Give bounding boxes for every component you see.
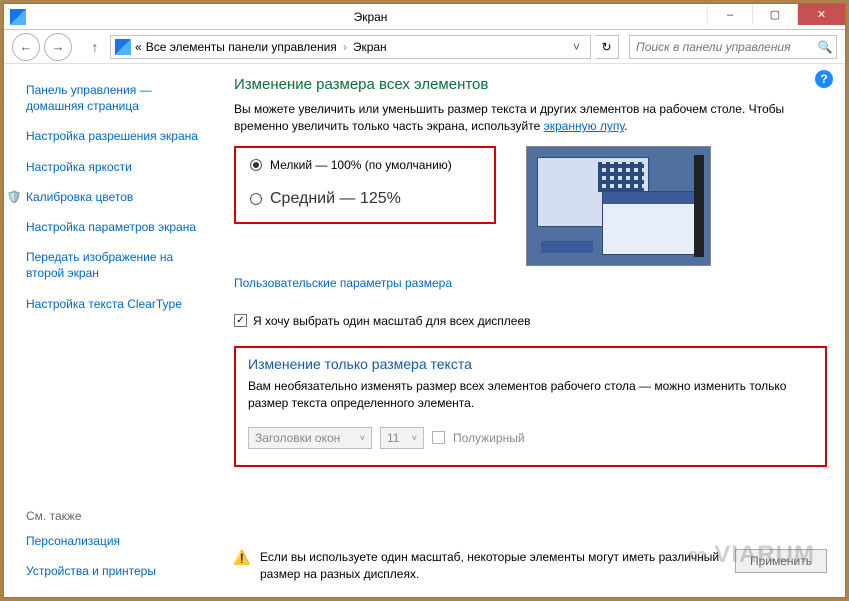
sidebar-link-project[interactable]: Передать изображение на второй экран xyxy=(26,249,208,281)
radio-small[interactable]: Мелкий — 100% (по умолчанию) xyxy=(250,158,476,172)
breadcrumb[interactable]: « Все элементы панели управления › Экран… xyxy=(110,35,591,59)
chevron-down-icon: ˅ xyxy=(412,433,417,443)
heading-resize-all: Изменение размера всех элементов xyxy=(234,76,827,93)
see-also-personalization[interactable]: Персонализация xyxy=(26,533,208,549)
text-size-box: Изменение только размера текста Вам необ… xyxy=(234,346,827,467)
shield-icon: 🛡️ xyxy=(6,189,22,205)
help-icon[interactable]: ? xyxy=(815,70,833,88)
sidebar-link-brightness[interactable]: Настройка яркости xyxy=(26,159,208,175)
combo-size[interactable]: 11 ˅ xyxy=(380,427,424,449)
checkbox-icon[interactable]: ✓ xyxy=(234,314,247,327)
sidebar-link-params[interactable]: Настройка параметров экрана xyxy=(26,219,208,235)
radio-icon xyxy=(250,193,262,205)
radio-medium[interactable]: Средний — 125% xyxy=(250,190,476,208)
see-also-header: См. также xyxy=(26,509,208,523)
scale-options-box: Мелкий — 100% (по умолчанию) Средний — 1… xyxy=(234,146,496,224)
desc-resize-all: Вы можете увеличить или уменьшить размер… xyxy=(234,101,827,136)
combo-item[interactable]: Заголовки окон ˅ xyxy=(248,427,372,449)
heading-text-only: Изменение только размера текста xyxy=(248,356,813,372)
back-button[interactable]: ← xyxy=(12,33,40,61)
see-also-devices[interactable]: Устройства и принтеры xyxy=(26,563,208,579)
warning-text: Если вы используете один масштаб, некото… xyxy=(260,549,725,583)
sidebar-link-cleartype[interactable]: Настройка текста ClearType xyxy=(26,296,208,312)
navigation-bar: ← → ↑ « Все элементы панели управления ›… xyxy=(4,30,845,64)
titlebar: Экран – ▢ ✕ xyxy=(4,4,845,30)
sidebar-link-calibration[interactable]: 🛡️ Калибровка цветов xyxy=(6,189,208,205)
magnifier-link[interactable]: экранную лупу xyxy=(544,119,625,133)
desc-text-only: Вам необязательно изменять размер всех э… xyxy=(248,378,813,413)
chevron-down-icon: ˅ xyxy=(360,433,365,443)
watermark: ∞ VIARUM xyxy=(687,539,815,571)
forward-button[interactable]: → xyxy=(44,33,72,61)
refresh-button[interactable]: ↻ xyxy=(595,35,619,59)
window-title: Экран xyxy=(34,10,707,24)
sidebar-link-resolution[interactable]: Настройка разрешения экрана xyxy=(26,128,208,144)
search-box[interactable]: 🔍 xyxy=(629,35,837,59)
breadcrumb-sep: › xyxy=(343,40,347,54)
single-scale-label: Я хочу выбрать один масштаб для всех дис… xyxy=(253,314,531,328)
main-panel: ? Изменение размера всех элементов Вы мо… xyxy=(220,64,845,597)
up-button[interactable]: ↑ xyxy=(84,39,106,55)
breadcrumb-prefix: « xyxy=(135,40,142,54)
breadcrumb-parent[interactable]: Все элементы панели управления xyxy=(146,40,337,54)
breadcrumb-dropdown[interactable]: ˅ xyxy=(567,40,586,54)
system-icon xyxy=(10,9,26,25)
search-icon[interactable]: 🔍 xyxy=(814,40,836,54)
infinity-icon: ∞ xyxy=(687,539,708,571)
bold-label: Полужирный xyxy=(453,431,525,445)
maximize-button[interactable]: ▢ xyxy=(752,4,797,25)
control-panel-window: Экран – ▢ ✕ ← → ↑ « Все элементы панели … xyxy=(3,3,846,598)
close-button[interactable]: ✕ xyxy=(797,4,845,25)
sidebar-link-home[interactable]: Панель управления — домашняя страница xyxy=(26,82,208,114)
single-scale-checkbox-row[interactable]: ✓ Я хочу выбрать один масштаб для всех д… xyxy=(234,314,827,328)
breadcrumb-current[interactable]: Экран xyxy=(353,40,387,54)
preview-illustration xyxy=(526,146,711,266)
radio-icon xyxy=(250,159,262,171)
sidebar: Панель управления — домашняя страница На… xyxy=(4,64,220,597)
custom-size-link[interactable]: Пользовательские параметры размера xyxy=(234,276,827,290)
breadcrumb-icon xyxy=(115,39,131,55)
search-input[interactable] xyxy=(630,40,814,54)
bold-checkbox[interactable] xyxy=(432,431,445,444)
warning-icon: ⚠️ xyxy=(234,549,250,565)
minimize-button[interactable]: – xyxy=(707,4,752,25)
